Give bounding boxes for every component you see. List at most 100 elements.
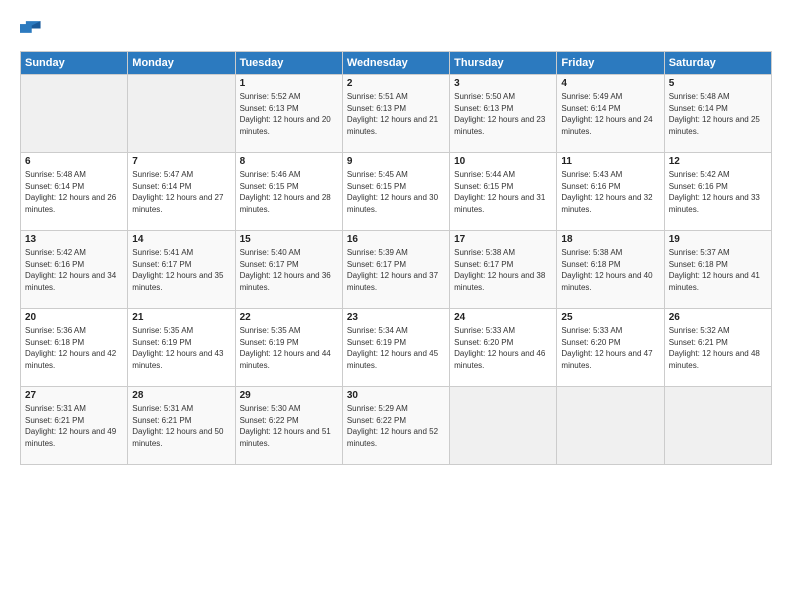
calendar-cell [450,387,557,465]
weekday-header-monday: Monday [128,52,235,75]
cell-info: Sunrise: 5:52 AMSunset: 6:13 PMDaylight:… [240,91,338,137]
calendar-cell: 29 Sunrise: 5:30 AMSunset: 6:22 PMDayligh… [235,387,342,465]
day-number: 16 [347,234,445,245]
day-number: 28 [132,390,230,401]
calendar-cell: 15 Sunrise: 5:40 AMSunset: 6:17 PMDayligh… [235,231,342,309]
day-number: 29 [240,390,338,401]
calendar-cell: 10 Sunrise: 5:44 AMSunset: 6:15 PMDayligh… [450,153,557,231]
cell-info: Sunrise: 5:29 AMSunset: 6:22 PMDaylight:… [347,403,445,449]
weekday-header-tuesday: Tuesday [235,52,342,75]
cell-info: Sunrise: 5:34 AMSunset: 6:19 PMDaylight:… [347,325,445,371]
calendar-cell: 5 Sunrise: 5:48 AMSunset: 6:14 PMDaylight… [664,75,771,153]
calendar-cell: 23 Sunrise: 5:34 AMSunset: 6:19 PMDayligh… [342,309,449,387]
day-number: 22 [240,312,338,323]
calendar-cell: 28 Sunrise: 5:31 AMSunset: 6:21 PMDayligh… [128,387,235,465]
cell-info: Sunrise: 5:35 AMSunset: 6:19 PMDaylight:… [132,325,230,371]
day-number: 24 [454,312,552,323]
calendar-cell: 3 Sunrise: 5:50 AMSunset: 6:13 PMDaylight… [450,75,557,153]
cell-info: Sunrise: 5:30 AMSunset: 6:22 PMDaylight:… [240,403,338,449]
cell-info: Sunrise: 5:41 AMSunset: 6:17 PMDaylight:… [132,247,230,293]
calendar-cell: 27Sunrise: 5:31 AMSunset: 6:21 PMDayligh… [21,387,128,465]
cell-info: Sunrise: 5:37 AMSunset: 6:18 PMDaylight:… [669,247,767,293]
calendar-cell: 9Sunrise: 5:45 AMSunset: 6:15 PMDaylight… [342,153,449,231]
week-row-5: 27 Sunrise: 5:31 AMSunset: 6:21 PMDayligh… [21,387,772,465]
day-number: 9 [347,156,445,167]
day-number: 23 [347,312,445,323]
day-number: 4 [561,78,659,89]
calendar-cell [128,75,235,153]
calendar-cell: 26 Sunrise: 5:32 AMSunset: 6:21 PMDayligh… [664,309,771,387]
cell-info: Sunrise: 5:50 AMSunset: 6:13 PMDaylight:… [454,91,552,137]
calendar-cell: 13 Sunrise: 5:42 AMSunset: 6:16 PMDayligh… [21,231,128,309]
day-number: 7 [132,156,230,167]
day-number: 21 [132,312,230,323]
calendar-cell: 22 Sunrise: 5:35 AMSunset: 6:19 PMDayligh… [235,309,342,387]
logo-icon [20,18,42,41]
calendar-cell: 12 Sunrise: 5:42 AMSunset: 6:16 PMDayligh… [664,153,771,231]
day-number: 19 [669,234,767,245]
day-number: 1 [240,78,338,89]
day-number: 20 [25,312,123,323]
calendar-cell: 1 Sunrise: 5:52 AMSunset: 6:13 PMDaylight… [235,75,342,153]
cell-info: Sunrise: 5:35 AMSunset: 6:19 PMDaylight:… [240,325,338,371]
calendar-cell: 8 Sunrise: 5:46 AMSunset: 6:15 PMDaylight… [235,153,342,231]
cell-info: Sunrise: 5:32 AMSunset: 6:21 PMDaylight:… [669,325,767,371]
day-number: 18 [561,234,659,245]
day-number: 2 [347,78,445,89]
cell-info: Sunrise: 5:33 AMSunset: 6:20 PMDaylight:… [454,325,552,371]
calendar-cell: 20 Sunrise: 5:36 AMSunset: 6:18 PMDayligh… [21,309,128,387]
cell-info: Sunrise: 5:51 AMSunset: 6:13 PMDaylight:… [347,91,445,137]
day-number: 11 [561,156,659,167]
cell-info: Sunrise: 5:48 AMSunset: 6:14 PMDaylight:… [669,91,767,137]
day-number: 5 [669,78,767,89]
cell-info: Sunrise: 5:40 AMSunset: 6:17 PMDaylight:… [240,247,338,293]
cell-info: Sunrise: 5:48 AMSunset: 6:14 PMDaylight:… [25,169,123,215]
day-number: 3 [454,78,552,89]
cell-info: Sunrise: 5:38 AMSunset: 6:18 PMDaylight:… [561,247,659,293]
cell-info: Sunrise: 5:46 AMSunset: 6:15 PMDaylight:… [240,169,338,215]
calendar-cell: 4 Sunrise: 5:49 AMSunset: 6:14 PMDaylight… [557,75,664,153]
logo [20,18,46,41]
cell-info: Sunrise: 5:42 AMSunset: 6:16 PMDaylight:… [669,169,767,215]
calendar-cell [21,75,128,153]
calendar-cell: 7Sunrise: 5:47 AMSunset: 6:14 PMDaylight… [128,153,235,231]
day-number: 12 [669,156,767,167]
weekday-header-sunday: Sunday [21,52,128,75]
week-row-2: 6 Sunrise: 5:48 AMSunset: 6:14 PMDaylight… [21,153,772,231]
calendar-cell: 21 Sunrise: 5:35 AMSunset: 6:19 PMDayligh… [128,309,235,387]
calendar-cell: 6 Sunrise: 5:48 AMSunset: 6:14 PMDaylight… [21,153,128,231]
cell-info: Sunrise: 5:44 AMSunset: 6:15 PMDaylight:… [454,169,552,215]
calendar-cell [557,387,664,465]
day-number: 17 [454,234,552,245]
day-number: 10 [454,156,552,167]
calendar-cell: 24 Sunrise: 5:33 AMSunset: 6:20 PMDayligh… [450,309,557,387]
day-number: 27 [25,390,123,401]
cell-info: Sunrise: 5:36 AMSunset: 6:18 PMDaylight:… [25,325,123,371]
weekday-header-friday: Friday [557,52,664,75]
weekday-header-wednesday: Wednesday [342,52,449,75]
calendar-cell: 2 Sunrise: 5:51 AMSunset: 6:13 PMDaylight… [342,75,449,153]
header [20,18,772,41]
day-number: 6 [25,156,123,167]
day-number: 8 [240,156,338,167]
calendar-cell: 16 Sunrise: 5:39 AMSunset: 6:17 PMDayligh… [342,231,449,309]
calendar-cell: 19 Sunrise: 5:37 AMSunset: 6:18 PMDayligh… [664,231,771,309]
day-number: 14 [132,234,230,245]
day-number: 30 [347,390,445,401]
day-number: 25 [561,312,659,323]
day-number: 26 [669,312,767,323]
cell-info: Sunrise: 5:38 AMSunset: 6:17 PMDaylight:… [454,247,552,293]
page: SundayMondayTuesdayWednesdayThursdayFrid… [0,0,792,612]
day-number: 15 [240,234,338,245]
day-number: 13 [25,234,123,245]
cell-info: Sunrise: 5:31 AMSunset: 6:21 PMDaylight:… [132,403,230,449]
cell-info: Sunrise: 5:42 AMSunset: 6:16 PMDaylight:… [25,247,123,293]
calendar-cell: 30 Sunrise: 5:29 AMSunset: 6:22 PMDayligh… [342,387,449,465]
cell-info: Sunrise: 5:43 AMSunset: 6:16 PMDaylight:… [561,169,659,215]
cell-info: Sunrise: 5:39 AMSunset: 6:17 PMDaylight:… [347,247,445,293]
calendar-cell [664,387,771,465]
cell-info: Sunrise: 5:49 AMSunset: 6:14 PMDaylight:… [561,91,659,137]
calendar-cell: 18 Sunrise: 5:38 AMSunset: 6:18 PMDayligh… [557,231,664,309]
calendar-table: SundayMondayTuesdayWednesdayThursdayFrid… [20,51,772,465]
calendar-cell: 11 Sunrise: 5:43 AMSunset: 6:16 PMDayligh… [557,153,664,231]
